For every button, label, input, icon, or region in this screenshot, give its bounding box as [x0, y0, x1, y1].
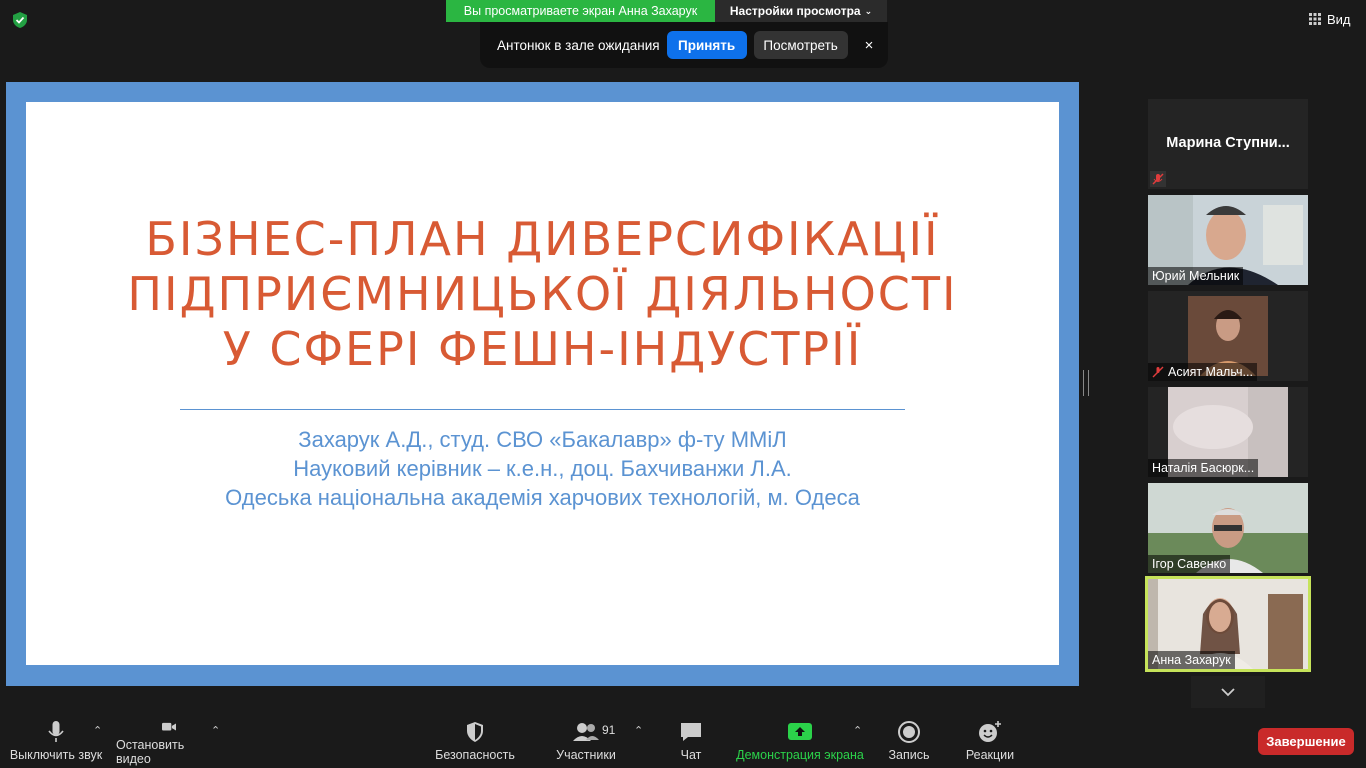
- viewing-screen-banner: Вы просматриваете экран Анна Захарук: [446, 0, 715, 22]
- shared-screen: БІЗНЕС-ПЛАН ДИВЕРСИФІКАЦІЇ ПІДПРИЄМНИЦЬК…: [6, 82, 1079, 686]
- active-speaker-tile[interactable]: Анна Захарук: [1145, 576, 1311, 672]
- participants-icon: [573, 723, 599, 741]
- presentation-slide: БІЗНЕС-ПЛАН ДИВЕРСИФІКАЦІЇ ПІДПРИЄМНИЦЬК…: [26, 102, 1059, 665]
- participants-options-caret-icon[interactable]: ⌃: [634, 724, 643, 737]
- share-screen-button[interactable]: Демонстрация экрана: [736, 720, 864, 766]
- participant-name: Анна Захарук: [1148, 651, 1235, 669]
- admit-button[interactable]: Принять: [666, 31, 747, 59]
- slide-divider: [180, 409, 905, 410]
- mic-muted-icon: [1152, 366, 1164, 378]
- chat-label: Чат: [680, 748, 702, 762]
- participant-name: Юрий Мельник: [1148, 267, 1244, 285]
- slide-subtitle-line-1: Захарук А.Д., студ. СВО «Бакалавр» ф-ту …: [298, 427, 787, 452]
- participant-tile[interactable]: Асият Мальч...: [1148, 291, 1308, 381]
- slide-title-line-1: БІЗНЕС-ПЛАН ДИВЕРСИФІКАЦІЇ: [145, 212, 940, 266]
- stop-video-label: Остановить видео: [116, 738, 185, 766]
- see-waiting-room-button[interactable]: Посмотреть: [753, 31, 848, 59]
- microphone-icon: [48, 721, 64, 742]
- resize-handle[interactable]: [1083, 370, 1089, 396]
- share-screen-label: Демонстрация экрана: [736, 748, 864, 762]
- view-settings-button[interactable]: Настройки просмотра ⌄: [715, 0, 887, 22]
- chevron-down-icon: ⌄: [864, 5, 873, 16]
- stop-video-button[interactable]: Остановить видео: [116, 720, 222, 766]
- view-settings-label: Настройки просмотра: [729, 4, 861, 18]
- participant-name: Ігор Савенко: [1148, 555, 1231, 573]
- security-label: Безопасность: [435, 748, 515, 762]
- end-meeting-button[interactable]: Завершение: [1258, 728, 1354, 755]
- view-label: Вид: [1327, 11, 1351, 27]
- waiting-room-popup: Антонюк в зале ожидания Принять Посмотре…: [480, 22, 888, 68]
- video-camera-icon: [162, 722, 176, 731]
- close-icon[interactable]: ×: [865, 37, 874, 54]
- share-screen-icon: [788, 723, 812, 740]
- chat-icon: [681, 723, 701, 741]
- participants-label: Участники: [556, 748, 616, 762]
- mute-button[interactable]: Выключить звук: [8, 720, 104, 766]
- participant-tile[interactable]: Ігор Савенко: [1148, 483, 1308, 573]
- waiting-room-message: Антонюк в зале ожидания: [497, 37, 660, 53]
- participant-name: Асият Мальч...: [1148, 363, 1257, 381]
- encryption-shield-icon[interactable]: [10, 10, 30, 30]
- participants-count: 91: [602, 723, 616, 737]
- security-button[interactable]: Безопасность: [432, 720, 518, 766]
- share-options-caret-icon[interactable]: ⌃: [853, 724, 862, 737]
- chevron-down-icon: [1221, 688, 1235, 697]
- participant-tile[interactable]: Наталія Басюрк...: [1148, 387, 1308, 477]
- record-button[interactable]: Запись: [884, 720, 934, 766]
- mic-muted-icon: [1150, 171, 1166, 187]
- chat-button[interactable]: Чат: [670, 720, 712, 766]
- video-options-caret-icon[interactable]: ⌃: [211, 724, 220, 737]
- slide-subtitle-line-2: Науковий керівник – к.е.н., доц. Бахчива…: [293, 456, 792, 481]
- record-icon: [898, 721, 920, 743]
- record-label: Запись: [888, 748, 930, 762]
- reactions-label: Реакции: [965, 748, 1015, 762]
- slide-title-line-2: ПІДПРИЄМНИЦЬКОЇ ДІЯЛЬНОСТІ: [127, 267, 958, 321]
- emoji-plus-icon: [979, 721, 1001, 742]
- view-layout-button[interactable]: Вид: [1308, 7, 1358, 31]
- participant-name: Наталія Басюрк...: [1148, 459, 1259, 477]
- participant-tile[interactable]: Марина Ступни...: [1148, 99, 1308, 189]
- reactions-button[interactable]: Реакции: [962, 720, 1018, 766]
- slide-subtitle-line-3: Одеська національна академія харчових те…: [225, 485, 860, 510]
- scroll-down-button[interactable]: [1191, 676, 1265, 708]
- participant-tile[interactable]: Юрий Мельник: [1148, 195, 1308, 285]
- participant-name-text: Асият Мальч...: [1168, 365, 1253, 379]
- slide-title-line-3: У СФЕРІ ФЕШН-ІНДУСТРІЇ: [222, 322, 863, 376]
- security-shield-icon: [467, 722, 483, 742]
- mute-label: Выключить звук: [9, 748, 103, 762]
- grid-icon: [1309, 13, 1321, 25]
- participant-name: Марина Ступни...: [1166, 135, 1290, 151]
- audio-options-caret-icon[interactable]: ⌃: [93, 724, 102, 737]
